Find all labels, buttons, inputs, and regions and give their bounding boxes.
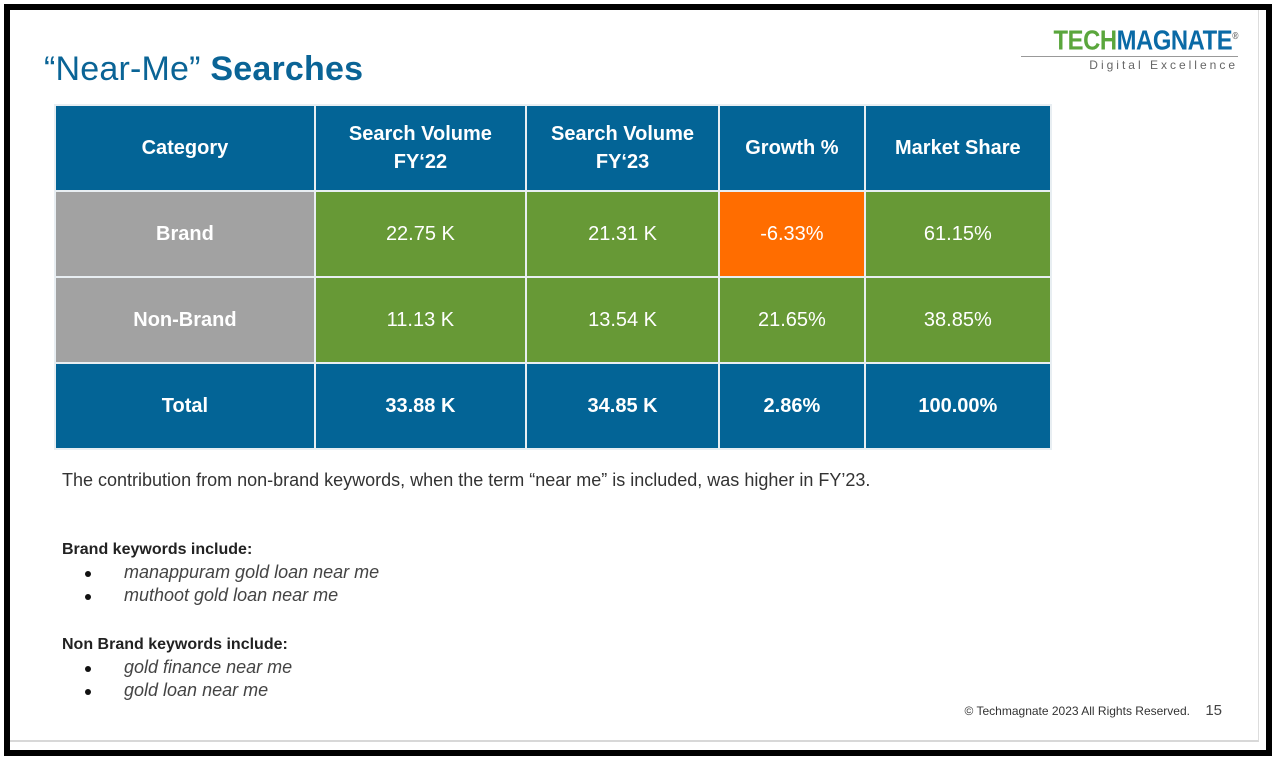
total-fy23: 34.85 K <box>524 362 721 450</box>
title-bold: Searches <box>210 50 364 88</box>
page-number: 15 <box>1205 702 1222 719</box>
table-row: Brand 22.75 K 21.31 K -6.33% 61.15% <box>54 190 1053 278</box>
footer: © Techmagnate 2023 All Rights Reserved. … <box>965 702 1222 719</box>
slide: “Near-Me” Searches TECHMAGNATE® Digital … <box>10 10 1259 742</box>
table-header-row: Category Search Volume FY‘22 Search Volum… <box>54 104 1053 192</box>
header-market-share: Market Share <box>863 104 1053 192</box>
title-regular: “Near-Me” <box>44 50 201 88</box>
list-item: gold loan near me <box>62 679 292 702</box>
row-category: Non-Brand <box>54 276 316 364</box>
table-row: Non-Brand 11.13 K 13.54 K 21.65% 38.85% <box>54 276 1053 364</box>
list-item: manappuram gold loan near me <box>62 561 379 584</box>
header-growth: Growth % <box>718 104 866 192</box>
cell-growth: -6.33% <box>718 190 866 278</box>
search-volume-table: Category Search Volume FY‘22 Search Volum… <box>54 104 1053 450</box>
brand-keywords-list: manappuram gold loan near me muthoot gol… <box>62 561 379 607</box>
total-growth: 2.86% <box>718 362 866 450</box>
logo-wordmark: TECHMAGNATE® <box>1053 22 1238 55</box>
slide-frame: “Near-Me” Searches TECHMAGNATE® Digital … <box>4 4 1272 756</box>
total-fy22: 33.88 K <box>313 362 527 450</box>
registered-mark-icon: ® <box>1232 31 1238 42</box>
cell-fy22: 11.13 K <box>313 276 527 364</box>
page-title: “Near-Me” Searches <box>44 50 363 89</box>
nonbrand-keywords-heading: Non Brand keywords include: <box>62 636 288 653</box>
cell-share: 38.85% <box>863 276 1053 364</box>
company-logo: TECHMAGNATE® Digital Excellence <box>1020 22 1238 72</box>
summary-note: The contribution from non-brand keywords… <box>62 470 871 490</box>
header-category: Category <box>54 104 316 192</box>
total-share: 100.00% <box>863 362 1053 450</box>
header-fy22: Search Volume FY‘22 <box>313 104 527 192</box>
copyright-text: © Techmagnate 2023 All Rights Reserved. <box>964 704 1190 718</box>
total-label: Total <box>54 362 316 450</box>
cell-fy22: 22.75 K <box>313 190 527 278</box>
logo-tagline: Digital Excellence <box>1020 56 1238 72</box>
list-item: muthoot gold loan near me <box>62 584 379 607</box>
cell-growth: 21.65% <box>718 276 866 364</box>
cell-fy23: 13.54 K <box>524 276 721 364</box>
header-fy23: Search Volume FY‘23 <box>524 104 721 192</box>
nonbrand-keywords-list: gold finance near me gold loan near me <box>62 656 292 702</box>
cell-fy23: 21.31 K <box>524 190 721 278</box>
table-total-row: Total 33.88 K 34.85 K 2.86% 100.00% <box>54 362 1053 450</box>
brand-keywords-heading: Brand keywords include: <box>62 541 253 558</box>
list-item: gold finance near me <box>62 656 292 679</box>
logo-tech: TECH <box>1053 24 1117 56</box>
cell-share: 61.15% <box>863 190 1053 278</box>
logo-magnate: MAGNATE <box>1116 24 1233 56</box>
row-category: Brand <box>54 190 316 278</box>
